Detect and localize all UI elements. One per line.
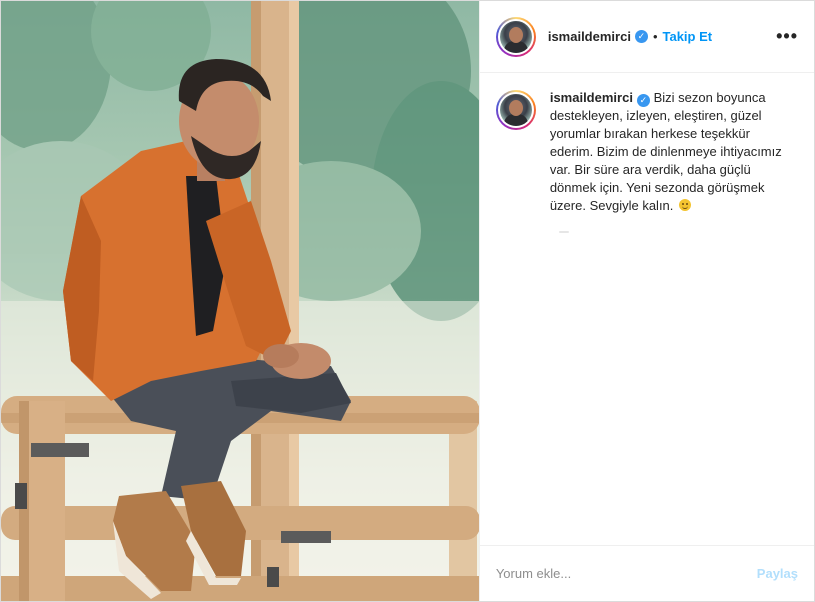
comment-input[interactable]: [495, 566, 757, 581]
username-link[interactable]: ismaildemirci: [548, 29, 631, 44]
caption-avatar-ring[interactable]: [495, 90, 536, 130]
avatar[interactable]: [497, 18, 534, 55]
caption-verified-badge-icon: ✓: [636, 93, 650, 107]
post-header: ismaildemirci ✓ • Takip Et •••: [479, 1, 814, 73]
comments-area: ismaildemirci ✓ Bizi sezon boyunca destek…: [480, 73, 814, 545]
caption-body: Bizi sezon boyunca destekleyen, izleyen,…: [549, 90, 782, 213]
follow-button[interactable]: Takip Et: [663, 29, 713, 44]
comment-bar: Paylaş: [479, 545, 814, 601]
instagram-post: ismaildemirci ✓ • Takip Et ••• ismaildem…: [0, 0, 815, 602]
smiling-face-icon: [679, 199, 692, 211]
post-photo[interactable]: [1, 1, 479, 601]
more-options-icon[interactable]: •••: [776, 26, 798, 47]
avatar-story-ring[interactable]: [495, 16, 536, 57]
caption-text: ismaildemirci ✓ Bizi sezon boyunca destek…: [550, 89, 788, 215]
separator-dot: •: [652, 29, 658, 44]
verified-badge-icon: ✓: [634, 30, 648, 43]
caption-divider: [558, 231, 569, 233]
caption-avatar[interactable]: [497, 92, 534, 128]
caption-comment: ismaildemirci ✓ Bizi sezon boyunca destek…: [495, 89, 798, 215]
post-side-panel: ismaildemirci ✓ • Takip Et ••• ismaildem…: [478, 1, 814, 601]
share-button[interactable]: Paylaş: [757, 566, 798, 581]
post-photo-illustration: [1, 1, 479, 601]
caption-username-link[interactable]: ismaildemirci: [550, 90, 633, 105]
